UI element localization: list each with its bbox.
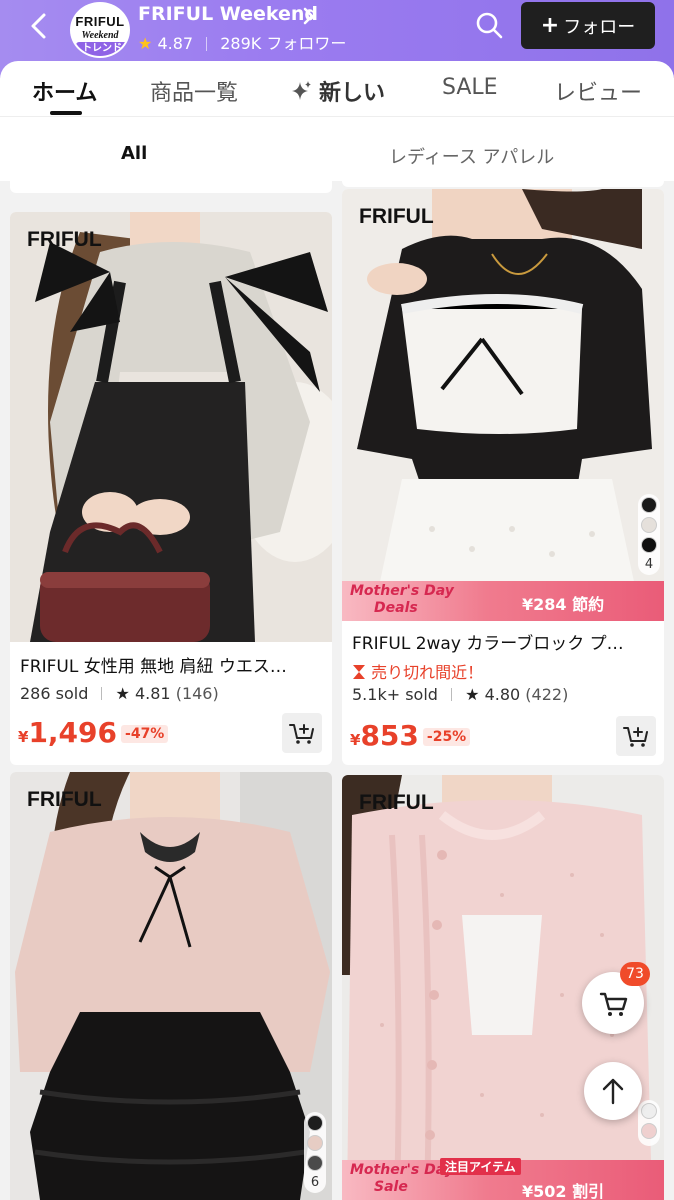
- swatch-count: 6: [310, 1175, 320, 1190]
- stock-warning: 売り切れ間近！: [352, 659, 483, 683]
- swatch-pink: [641, 1123, 657, 1139]
- tab-products[interactable]: 商品一覧: [150, 75, 238, 107]
- swatch-black: [641, 537, 657, 553]
- brand-watermark: FRIFUL: [359, 791, 434, 814]
- shop-followers: 289K フォロワー: [220, 34, 347, 53]
- swatch-count: 4: [644, 557, 654, 572]
- discount-badge: -47%: [121, 725, 169, 743]
- product-title[interactable]: FRIFUL 女性用 無地 肩紐 ウエス…: [20, 652, 320, 677]
- star-icon: ★: [465, 685, 480, 704]
- product-price: ¥1,496 -47%: [18, 716, 169, 749]
- promo-banner: Mother's Day Deals ¥284 節約: [342, 581, 664, 621]
- follow-label: フォロー: [563, 16, 636, 38]
- discount-badge: -25%: [422, 728, 471, 746]
- review-count: (422): [525, 685, 569, 704]
- swatch-white: [641, 1103, 657, 1119]
- product-rating: 4.81: [134, 684, 171, 703]
- color-swatches: 4: [638, 494, 660, 575]
- featured-tag: 注目アイテム: [440, 1158, 521, 1175]
- add-to-cart-button[interactable]: [616, 716, 656, 756]
- shop-name[interactable]: FRIFUL Weekend: [138, 3, 318, 25]
- chevron-right-icon[interactable]: [302, 6, 316, 26]
- product-price: ¥853 -25%: [350, 719, 471, 752]
- tab-home[interactable]: ホーム: [32, 75, 97, 107]
- active-tab-indicator: [50, 111, 82, 115]
- sparkle-icon: [292, 81, 311, 100]
- product-card[interactable]: FRIFUL 6: [10, 772, 332, 1200]
- back-icon[interactable]: [24, 10, 56, 42]
- cart-count-badge: 73: [620, 962, 650, 986]
- tab-bar: ホーム 商品一覧 新しい SALE レビュー: [0, 61, 674, 117]
- sold-count: 5.1k+ sold: [352, 685, 438, 704]
- swatch-ivory: [641, 517, 657, 533]
- scroll-to-top-button[interactable]: [584, 1062, 642, 1120]
- brand-watermark: FRIFUL: [359, 205, 434, 228]
- tab-reviews[interactable]: レビュー: [554, 75, 642, 107]
- shop-logo[interactable]: FRIFUL Weekend トレンド: [70, 2, 130, 58]
- subtab-all[interactable]: All: [121, 143, 147, 164]
- product-stats: 286 sold ★ 4.81 (146): [20, 684, 219, 703]
- product-image[interactable]: [10, 212, 332, 642]
- subtab-ladies-apparel[interactable]: レディース アパレル: [389, 143, 554, 169]
- product-image[interactable]: [342, 189, 664, 619]
- brand-watermark: FRIFUL: [27, 788, 102, 811]
- follow-button[interactable]: + フォロー: [521, 2, 655, 49]
- star-icon: ★: [138, 34, 153, 53]
- swatch-black: [641, 497, 657, 513]
- arrow-up-icon: [602, 1078, 624, 1105]
- shop-rating: 4.87: [157, 34, 194, 53]
- hourglass-icon: [353, 665, 365, 679]
- tabs-sheet: ホーム 商品一覧 新しい SALE レビュー All レディース アパレル: [0, 61, 674, 181]
- divider: [206, 37, 208, 51]
- product-card-partial: [342, 181, 664, 187]
- sold-count: 286 sold: [20, 684, 89, 703]
- brand-watermark: FRIFUL: [27, 228, 102, 251]
- product-card[interactable]: FRIFUL 4 Mother's Day Deals ¥284 節約 FRIF…: [342, 189, 664, 765]
- search-icon[interactable]: [474, 10, 504, 40]
- product-rating: 4.80: [484, 685, 521, 704]
- product-card-partial: [10, 181, 332, 193]
- tab-sale[interactable]: SALE: [442, 75, 498, 100]
- tab-new[interactable]: 新しい: [292, 75, 385, 107]
- promo-banner: Mother's Day Sale 注目アイテム ¥502 割引: [342, 1158, 664, 1200]
- shop-meta: ★ 4.87 289K フォロワー: [138, 30, 346, 54]
- color-swatches: 6: [304, 1112, 326, 1193]
- plus-icon: +: [540, 13, 560, 38]
- divider: [451, 688, 453, 701]
- swatch-black: [307, 1115, 323, 1131]
- swatch-pink: [307, 1135, 323, 1151]
- product-stats: 5.1k+ sold ★ 4.80 (422): [352, 685, 568, 704]
- add-to-cart-button[interactable]: [282, 713, 322, 753]
- cart-plus-icon: [289, 724, 314, 744]
- divider: [101, 687, 103, 700]
- product-title[interactable]: FRIFUL 2way カラーブロック プ…: [352, 629, 652, 654]
- cart-plus-icon: [623, 727, 648, 747]
- star-icon: ★: [115, 684, 130, 703]
- product-image[interactable]: [10, 772, 332, 1200]
- product-card[interactable]: FRIFUL FRIFUL 女性用 無地 肩紐 ウエス… 286 sold ★ …: [10, 212, 332, 765]
- swatch-gray: [307, 1155, 323, 1171]
- review-count: (146): [175, 684, 219, 703]
